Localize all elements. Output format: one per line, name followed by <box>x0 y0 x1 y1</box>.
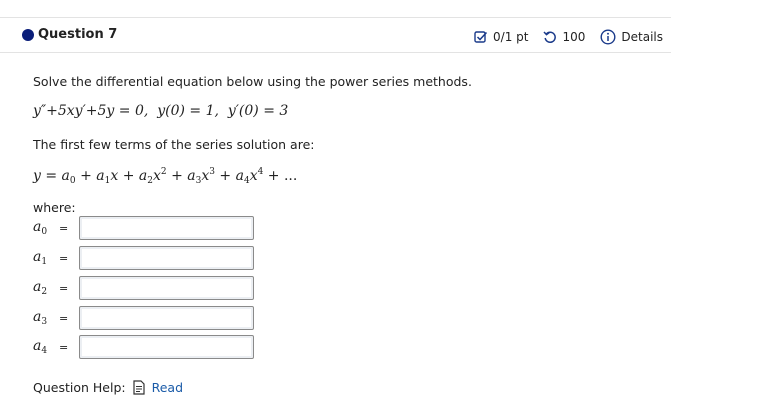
differential-equation: y″+5xy′+5y = 0, y(0) = 1, y′(0) = 3 <box>33 103 289 119</box>
a2-input[interactable] <box>79 276 254 300</box>
coefficient-label: a0 <box>33 219 48 237</box>
question-prompt: Solve the differential equation below us… <box>33 74 472 89</box>
info-icon[interactable] <box>600 29 616 45</box>
question-title: Question 7 <box>38 27 118 42</box>
retry-icon <box>543 31 557 44</box>
coefficient-label: a2 <box>33 279 48 297</box>
a1-input[interactable] <box>79 246 254 270</box>
equals-sign: = <box>59 311 69 325</box>
a0-input[interactable] <box>79 216 254 240</box>
details-link[interactable]: Details <box>621 30 663 44</box>
attempts-text: 100 <box>562 30 586 44</box>
read-link[interactable]: Read <box>152 380 183 395</box>
coefficient-row-a4: a4 = <box>33 334 254 360</box>
top-divider <box>0 17 671 18</box>
coefficient-label: a1 <box>33 249 48 267</box>
question-help: Question Help: Read <box>33 380 183 395</box>
coefficient-row-a2: a2 = <box>33 275 254 301</box>
help-label: Question Help: <box>33 380 126 395</box>
equals-sign: = <box>59 221 69 235</box>
coefficient-label: a4 <box>33 338 48 356</box>
header-divider <box>0 52 671 53</box>
a4-input[interactable] <box>79 335 254 359</box>
equals-sign: = <box>59 251 69 265</box>
a3-input[interactable] <box>79 306 254 330</box>
question-status-dot <box>22 29 34 41</box>
coefficient-row-a0: a0 = <box>33 215 254 241</box>
score-text: 0/1 pt <box>493 30 529 44</box>
coefficient-label: a3 <box>33 309 48 327</box>
series-intro: The first few terms of the series soluti… <box>33 137 315 152</box>
question-meta: 0/1 pt 100 Details <box>474 29 663 45</box>
checkbox-score-icon <box>474 31 488 43</box>
document-icon <box>132 380 145 395</box>
series-expression: y = a0 + a1x + a2x2 + a3x3 + a4x4 + ... <box>33 167 298 186</box>
where-label: where: <box>33 200 76 215</box>
coefficient-row-a1: a1 = <box>33 245 254 271</box>
equals-sign: = <box>59 340 69 354</box>
coefficient-row-a3: a3 = <box>33 305 254 331</box>
equals-sign: = <box>59 281 69 295</box>
